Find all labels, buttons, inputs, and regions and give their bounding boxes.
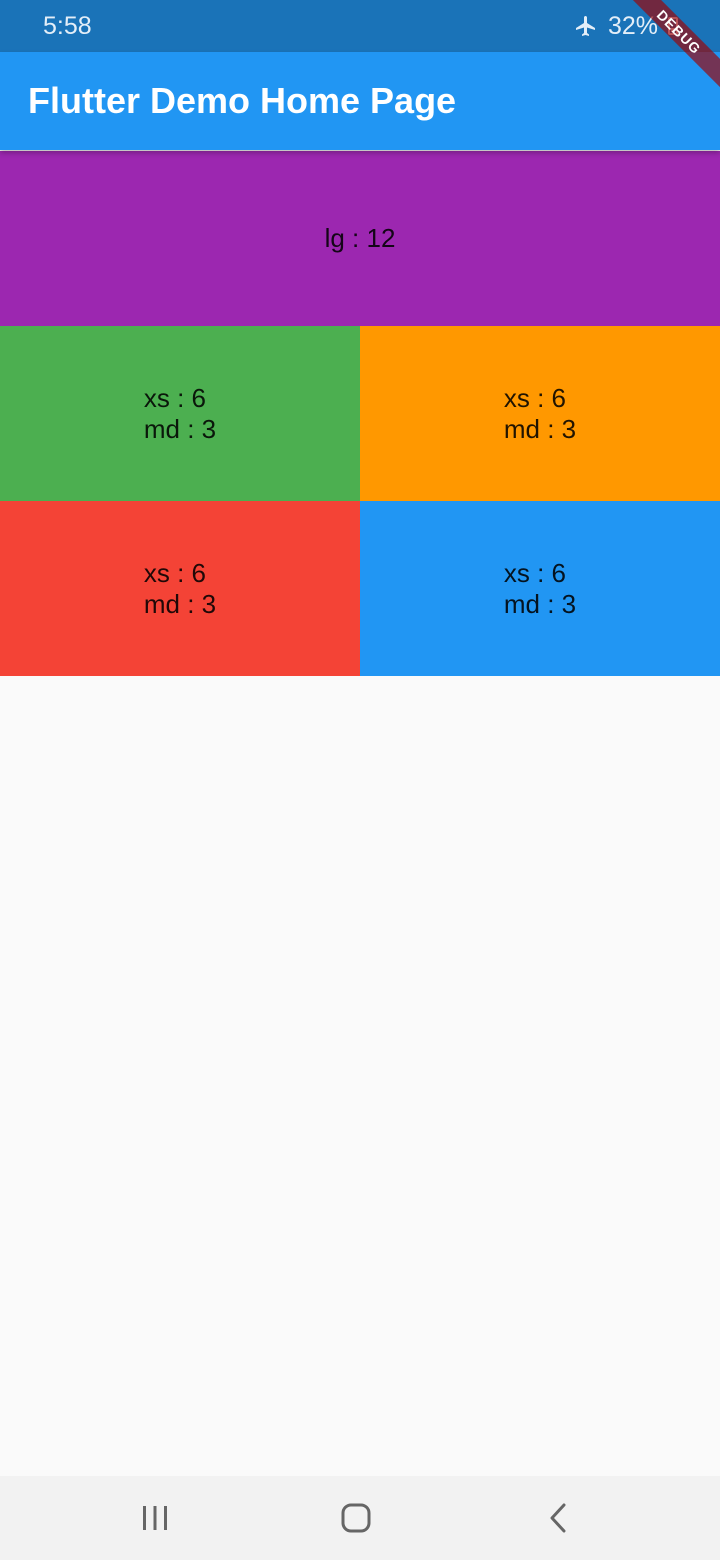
home-button[interactable]	[334, 1497, 378, 1539]
grid-row: xs : 6 md : 3 xs : 6 md : 3	[0, 501, 720, 676]
back-button[interactable]	[536, 1497, 580, 1539]
battery-icon	[668, 17, 678, 35]
navigation-bar	[0, 1476, 720, 1560]
grid-cell-label: xs : 6 md : 3	[143, 557, 217, 619]
grid-cell-label: xs : 6 md : 3	[143, 382, 217, 444]
grid-row: lg : 12	[0, 151, 720, 326]
airplane-icon	[575, 16, 595, 36]
status-right: 32%	[574, 12, 678, 40]
home-icon	[341, 1503, 371, 1533]
grid-cell-label: xs : 6 md : 3	[503, 557, 577, 619]
recent-apps-button[interactable]	[133, 1497, 177, 1539]
page-title: Flutter Demo Home Page	[28, 80, 457, 121]
grid-cell-green: xs : 6 md : 3	[0, 326, 360, 501]
responsive-grid: lg : 12 xs : 6 md : 3 xs : 6 md : 3 xs :…	[0, 151, 720, 676]
app-bar: Flutter Demo Home Page	[0, 52, 720, 150]
status-time: 5:58	[43, 12, 92, 40]
grid-cell-orange: xs : 6 md : 3	[360, 326, 720, 501]
grid-cell-blue: xs : 6 md : 3	[360, 501, 720, 676]
grid-cell-label: xs : 6 md : 3	[503, 382, 577, 444]
status-bar: 5:58 32%	[0, 0, 720, 52]
grid-cell-label: lg : 12	[324, 223, 396, 253]
battery-percent: 32%	[607, 11, 658, 40]
grid-cell-lg-12: lg : 12	[0, 151, 720, 326]
grid-cell-red: xs : 6 md : 3	[0, 501, 360, 676]
recent-apps-icon	[143, 1506, 167, 1530]
grid-row: xs : 6 md : 3 xs : 6 md : 3	[0, 326, 720, 501]
back-icon	[550, 1503, 566, 1533]
